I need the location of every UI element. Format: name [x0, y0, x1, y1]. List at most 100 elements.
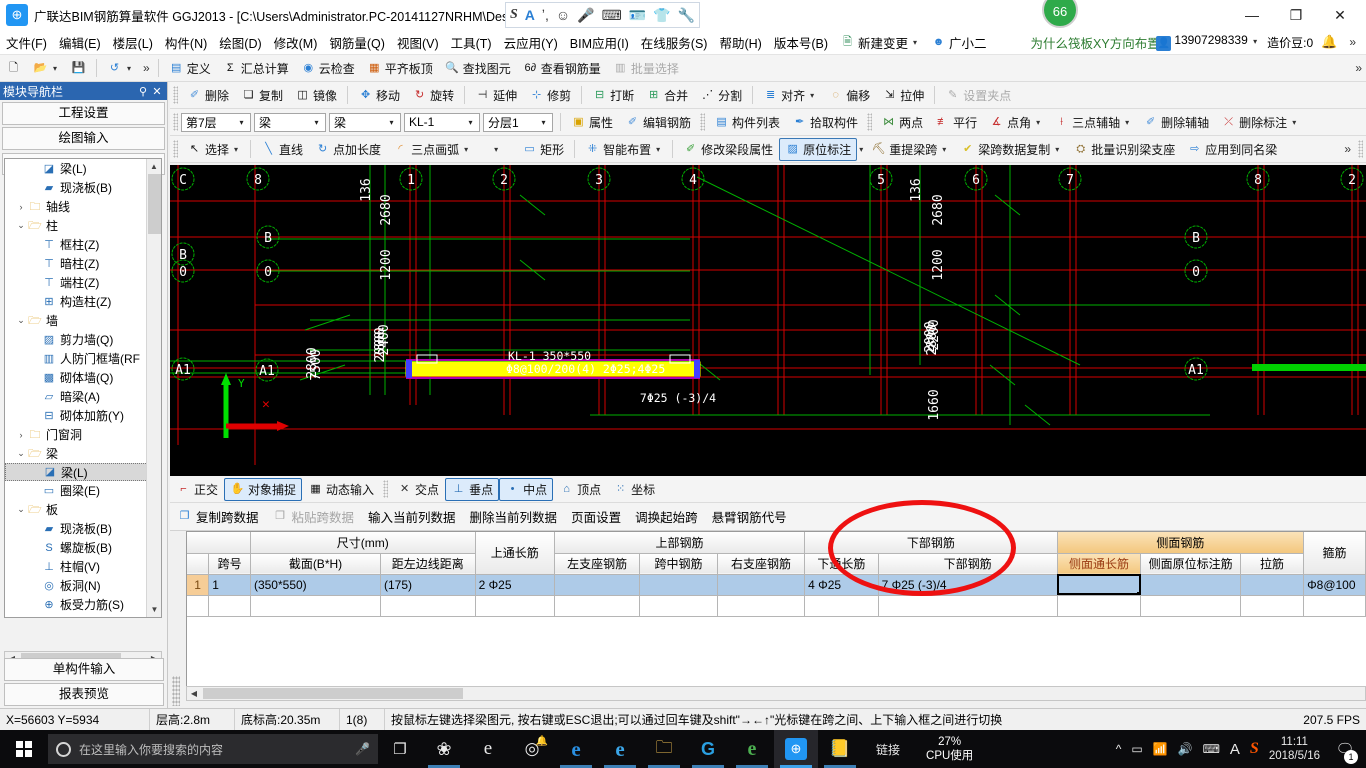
midpoint-snap-toggle[interactable]: • 中点 — [499, 477, 554, 501]
menu-online-service[interactable]: 在线服务(S) — [635, 30, 714, 55]
tree-item[interactable]: ⊤ 端柱(Z) — [5, 273, 148, 292]
cell-top-mid[interactable] — [639, 574, 718, 596]
tree-item[interactable]: ▱ 暗梁(A) — [5, 387, 148, 406]
tree-vertical-scrollbar[interactable]: ▲ ▼ — [146, 159, 161, 617]
tray-ime-language-icon[interactable]: A — [1230, 741, 1240, 758]
single-member-input-button[interactable]: 单构件输入 — [4, 658, 164, 681]
app-explorer-button[interactable]: 🗀 — [642, 730, 686, 768]
save-button[interactable]: 💾 — [65, 58, 92, 79]
point-length-button[interactable]: ↻ 点加长度 — [309, 138, 387, 161]
batch-identify-support-button[interactable]: ⛭ 批量识别梁支座 — [1067, 138, 1181, 161]
mirror-button[interactable]: ◫ 镜像 — [289, 84, 343, 107]
three-point-arc-button[interactable]: ◜ 三点画弧 ▾ — [387, 138, 476, 161]
smart-layout-button[interactable]: ⁜ 智能布置 ▾ — [579, 138, 668, 161]
skin-icon[interactable]: 👕 — [653, 8, 670, 22]
stretch-button[interactable]: ⇲ 拉伸 — [876, 84, 930, 107]
tray-network-icon[interactable]: 📶 — [1153, 742, 1168, 756]
subcategory-selector[interactable]: 梁 ▾ — [329, 112, 401, 132]
taskbar-search-input[interactable]: 在这里输入你要搜索的内容 🎤 — [48, 734, 378, 764]
app-ie-button[interactable]: e — [598, 730, 642, 768]
tree-item[interactable]: ◪ 梁(L) — [5, 463, 148, 481]
vertex-snap-toggle[interactable]: ⌂ 顶点 — [553, 478, 607, 501]
menu-version[interactable]: 版本号(B) — [768, 30, 834, 55]
toolbar-grip[interactable] — [867, 113, 873, 131]
tree-collapse-icon[interactable]: › — [15, 430, 27, 440]
menu-bim[interactable]: BIM应用(I) — [564, 30, 635, 55]
copy-span-data-cmd[interactable]: ❐ 复制跨数据 — [170, 505, 266, 528]
toolbar-grip[interactable] — [173, 140, 178, 158]
tree-item[interactable]: ⊞板负筋(F) — [5, 614, 148, 617]
split-button[interactable]: ⋰ 分割 — [694, 84, 748, 107]
perpendicular-snap-toggle[interactable]: ⊥ 垂点 — [445, 477, 500, 501]
toolbar-grip[interactable] — [173, 113, 178, 131]
app-greenbrowser-button[interactable]: e — [730, 730, 774, 768]
move-button[interactable]: ✥ 移动 — [352, 84, 406, 107]
notification-badge[interactable]: 66 — [1042, 0, 1078, 28]
project-settings-button[interactable]: 工程设置 — [2, 102, 165, 125]
tree-item[interactable]: ⌄ 🗁 墙 — [5, 311, 148, 330]
inplace-annotate-button[interactable]: ▨ 原位标注 — [779, 137, 858, 161]
define-button[interactable]: ▤ 定义 — [163, 57, 217, 80]
tree-expand-icon[interactable]: ⌄ — [15, 448, 27, 459]
menu-file[interactable]: 文件(F) — [0, 30, 53, 55]
sogou-logo-icon[interactable]: S — [510, 8, 518, 22]
tree-item[interactable]: ⊤ 框柱(Z) — [5, 235, 148, 254]
cell-section[interactable]: (350*550) — [250, 574, 382, 596]
card-icon[interactable]: 🪪 — [629, 8, 646, 22]
tree-item[interactable]: ⊤ 暗柱(Z) — [5, 254, 148, 273]
floor-selector[interactable]: 第7层 ▾ — [181, 112, 251, 132]
scroll-up-icon[interactable]: ▲ — [147, 159, 161, 174]
scroll-down-icon[interactable]: ▼ — [147, 602, 161, 617]
reextract-span-button[interactable]: ⛏ 重提梁跨 ▾ — [865, 138, 954, 161]
cell-top-left-support[interactable] — [554, 574, 641, 596]
scroll-left-icon[interactable]: ◀ — [187, 689, 201, 698]
tip-link[interactable]: 为什么筏板XY方向布置.. — [1031, 33, 1167, 52]
cell-rownum[interactable]: 1 — [187, 574, 210, 596]
tree-item[interactable]: › 🗀 轴线 — [5, 197, 148, 216]
close-icon[interactable]: ✕ — [150, 85, 164, 98]
cloud-check-button[interactable]: ◉ 云检查 — [295, 57, 361, 80]
bell-icon[interactable]: 🔔 — [1321, 34, 1337, 50]
task-view-button[interactable]: ❐ — [378, 730, 422, 768]
tree-item[interactable]: ⌄ 🗁 梁 — [5, 444, 148, 463]
scroll-thumb-grid[interactable] — [203, 688, 463, 699]
trim-button[interactable]: ⊹ 修剪 — [523, 84, 577, 107]
offset-button[interactable]: ◌ 偏移 — [822, 84, 876, 107]
menubar-overflow-button[interactable]: » — [1345, 35, 1360, 49]
draw-input-button[interactable]: 绘图输入 — [2, 127, 165, 150]
member-selector[interactable]: KL-1 ▾ — [404, 112, 480, 132]
app-ggj-button[interactable]: ⊕ — [774, 730, 818, 768]
maximize-button[interactable]: ❐ — [1274, 0, 1318, 30]
tray-sogou-icon[interactable]: S — [1250, 740, 1259, 758]
apply-to-samename-beam-button[interactable]: ⇨ 应用到同名梁 — [1181, 138, 1283, 161]
cell-side-inplace[interactable] — [1140, 574, 1241, 596]
start-button[interactable] — [0, 730, 48, 768]
ortho-toggle[interactable]: ⌐ 正交 — [170, 478, 224, 501]
keyboard-icon[interactable]: ⌨ — [602, 8, 622, 22]
set-grip-button[interactable]: ✎ 设置夹点 — [939, 84, 1017, 107]
cell-top-right-support[interactable] — [717, 574, 806, 596]
menu-assistant[interactable]: ☻ 广小二 — [925, 30, 993, 55]
menu-cloud[interactable]: 云应用(Y) — [498, 30, 564, 55]
scroll-thumb[interactable] — [148, 174, 161, 234]
find-element-button[interactable]: 🔍 查找图元 — [439, 57, 517, 80]
copy-button[interactable]: ❏ 复制 — [235, 84, 289, 107]
delete-button[interactable]: ✐ 删除 — [181, 84, 235, 107]
tree-item[interactable]: ◎ 板洞(N) — [5, 576, 148, 595]
menu-view[interactable]: 视图(V) — [391, 30, 445, 55]
tree-item[interactable]: ▭ 圈梁(E) — [5, 481, 148, 500]
copy-span-data-button[interactable]: ✔ 梁跨数据复制 ▾ — [954, 138, 1067, 161]
tree-expand-icon[interactable]: ⌄ — [15, 220, 27, 231]
tree-item[interactable]: ⊞ 构造柱(Z) — [5, 292, 148, 311]
menu-tools[interactable]: 工具(T) — [445, 30, 498, 55]
dynamic-input-toggle[interactable]: ▦ 动态输入 — [302, 478, 380, 501]
toolbar-grip[interactable] — [173, 86, 178, 104]
coordinate-snap-toggle[interactable]: ⁙ 坐标 — [607, 478, 661, 501]
tray-keyboard-icon[interactable]: ⌨ — [1203, 742, 1220, 756]
font-icon[interactable]: A — [525, 8, 535, 22]
object-snap-toggle[interactable]: ✋ 对象捕捉 — [224, 477, 303, 501]
menu-member[interactable]: 构件(N) — [159, 30, 213, 55]
point-angle-button[interactable]: ∡ 点角 ▾ — [983, 111, 1048, 134]
cell-tie-rebar[interactable] — [1240, 574, 1305, 596]
toolbar-grip[interactable] — [700, 113, 706, 131]
